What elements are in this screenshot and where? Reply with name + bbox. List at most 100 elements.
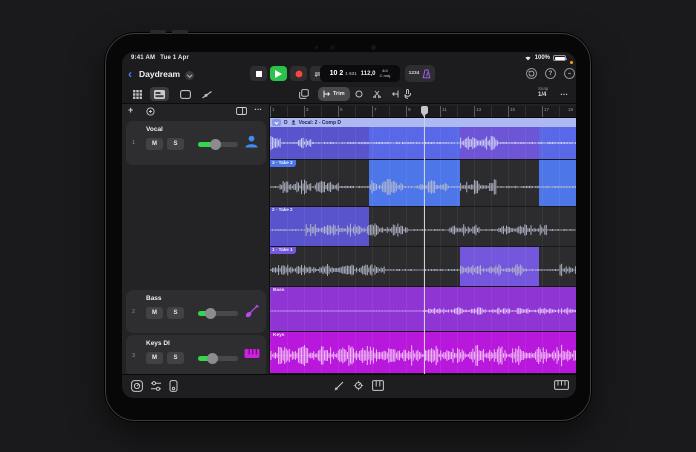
take-label: 3 - Take 3 [270, 160, 296, 167]
bass-waveform [270, 297, 576, 325]
playhead-line[interactable] [424, 106, 425, 374]
volume-slider[interactable] [198, 139, 238, 150]
edit-tool-segmented-control: Trim [318, 87, 404, 101]
bar-number: 17 [544, 107, 550, 112]
record-button[interactable] [290, 66, 307, 81]
ipad-device: 9:41 AM Tue 1 Apr 100% ‹ Daydream 10 2 1… [105, 30, 591, 421]
trim-tool-button[interactable]: Trim [318, 87, 350, 101]
bar-number: 13 [476, 107, 482, 112]
play-surface-button[interactable] [372, 380, 384, 391]
region-disclosure-caret[interactable] [272, 119, 281, 126]
take-label: 2 - Take 2 [270, 207, 296, 214]
tempo-value: 112,0 [360, 70, 376, 77]
keys-waveform [270, 341, 576, 370]
track-lanes: 1 3 5 7 9 11 13 15 17 19 D Vocal: 2 - Co… [270, 104, 576, 374]
loop-tool-button[interactable] [350, 87, 368, 101]
count-in-button[interactable]: 1234 [409, 71, 420, 76]
volume-slider[interactable] [198, 308, 238, 319]
browser-view-button[interactable] [128, 87, 147, 101]
track-header-bass[interactable]: 2 Bass M S [126, 290, 266, 333]
track-header-more-button[interactable]: … [254, 103, 263, 112]
play-button[interactable] [270, 66, 287, 81]
add-track-button[interactable]: + [128, 105, 133, 115]
track-header-keys[interactable]: 3 Keys DI M S [126, 335, 266, 377]
pencil-edit-button[interactable] [334, 380, 345, 391]
take1-waveform [270, 257, 576, 283]
onscreen-keyboard-button[interactable] [554, 380, 569, 390]
hide-headers-icon[interactable] [236, 107, 247, 115]
sensor-dot [371, 45, 376, 50]
lcd-display[interactable]: 10 2 1 631 112,0 4/4 C maj [320, 65, 400, 82]
track-options-icon[interactable] [146, 107, 155, 116]
solo-button[interactable]: S [167, 307, 184, 319]
track-number: 2 [132, 308, 136, 315]
track-number: 1 [132, 140, 136, 146]
bar-number: 11 [442, 107, 447, 112]
stop-button[interactable] [250, 66, 267, 81]
solo-button[interactable]: S [167, 138, 184, 150]
split-tool-button[interactable] [368, 87, 386, 101]
keys-region[interactable]: Keys [270, 332, 576, 374]
count-in-metronome-group[interactable]: 1234 [405, 65, 435, 82]
comp-take-badge[interactable]: D [284, 120, 288, 126]
playhead-handle[interactable] [421, 106, 428, 117]
take-lane-2[interactable]: 2 - Take 2 [270, 207, 576, 247]
bar-number: 3 [306, 107, 309, 112]
snap-setting[interactable]: Snap 1/4 [538, 86, 548, 98]
automation-button[interactable] [198, 87, 217, 101]
take-lane-1[interactable]: 1 - Take 1 [270, 247, 576, 287]
more-tools-button[interactable]: … [560, 88, 569, 97]
plugins-knob-button[interactable] [131, 380, 143, 392]
region-label: Keys [273, 333, 285, 338]
track-name[interactable]: Bass [146, 295, 162, 302]
keys-keyboard-icon [244, 348, 260, 359]
region-inspector-button[interactable] [176, 87, 195, 101]
vocalist-icon [244, 134, 259, 149]
clock-date: Tue 1 Apr [160, 55, 189, 61]
take-lane-3[interactable]: 3 - Take 3 [270, 160, 576, 207]
take2-waveform [270, 217, 576, 243]
control-bar: ‹ Daydream 10 2 1 631 112,0 4/4 C maj 12… [122, 64, 576, 86]
mute-button[interactable]: M [146, 138, 163, 150]
duplicate-regions-button[interactable] [294, 87, 313, 101]
solo-button[interactable]: S [167, 352, 184, 364]
tracks-view-button[interactable] [150, 87, 169, 101]
bar-number: 5 [340, 107, 343, 112]
channel-strip-button[interactable] [169, 380, 178, 392]
logic-pro-screen: 9:41 AM Tue 1 Apr 100% ‹ Daydream 10 2 1… [122, 52, 576, 398]
vocal-comp-region[interactable]: D Vocal: 2 - Comp D [270, 118, 576, 160]
back-chevron-button[interactable]: ‹ [128, 66, 132, 82]
mixer-button[interactable] [150, 380, 162, 392]
mute-button[interactable]: M [146, 307, 163, 319]
bar-number: 7 [374, 107, 377, 112]
bar-number: 19 [568, 107, 574, 112]
track-number: 3 [132, 353, 136, 359]
comp-region-header[interactable]: D Vocal: 2 - Comp D [270, 118, 576, 127]
bass-region[interactable]: Bass [270, 287, 576, 332]
project-title[interactable]: Daydream [139, 69, 180, 79]
key-signature: C maj [379, 72, 391, 78]
status-bar: 9:41 AM Tue 1 Apr 100% [122, 52, 576, 64]
front-camera [330, 45, 335, 50]
playhead-position: 10 2 [329, 70, 344, 77]
metronome-icon[interactable] [422, 69, 431, 79]
help-button[interactable]: ? [545, 68, 556, 79]
mute-button[interactable]: M [146, 352, 163, 364]
volume-slider[interactable] [198, 353, 238, 364]
minimize-button[interactable]: – [564, 68, 575, 79]
track-header-vocal[interactable]: 1 Vocal M S [126, 121, 266, 165]
volume-up-button[interactable] [150, 30, 166, 34]
trim-tool-label: Trim [333, 91, 345, 97]
smart-controls-button[interactable] [353, 380, 364, 391]
comp-region-label: Vocal: 2 - Comp D [298, 119, 342, 126]
bar-number: 9 [408, 107, 411, 112]
track-name[interactable]: Keys DI [146, 340, 170, 347]
track-name[interactable]: Vocal [146, 126, 163, 133]
take3-waveform [270, 172, 576, 202]
track-header-column: + … 1 Vocal M S 2 Bass M S 3 Keys DI M S [122, 103, 270, 377]
multi-select-gesture-button[interactable] [398, 87, 417, 101]
vocal-comp-waveform [270, 129, 576, 157]
undo-history-button[interactable] [526, 68, 537, 79]
volume-down-button[interactable] [172, 30, 188, 34]
project-menu-caret[interactable] [185, 71, 194, 80]
